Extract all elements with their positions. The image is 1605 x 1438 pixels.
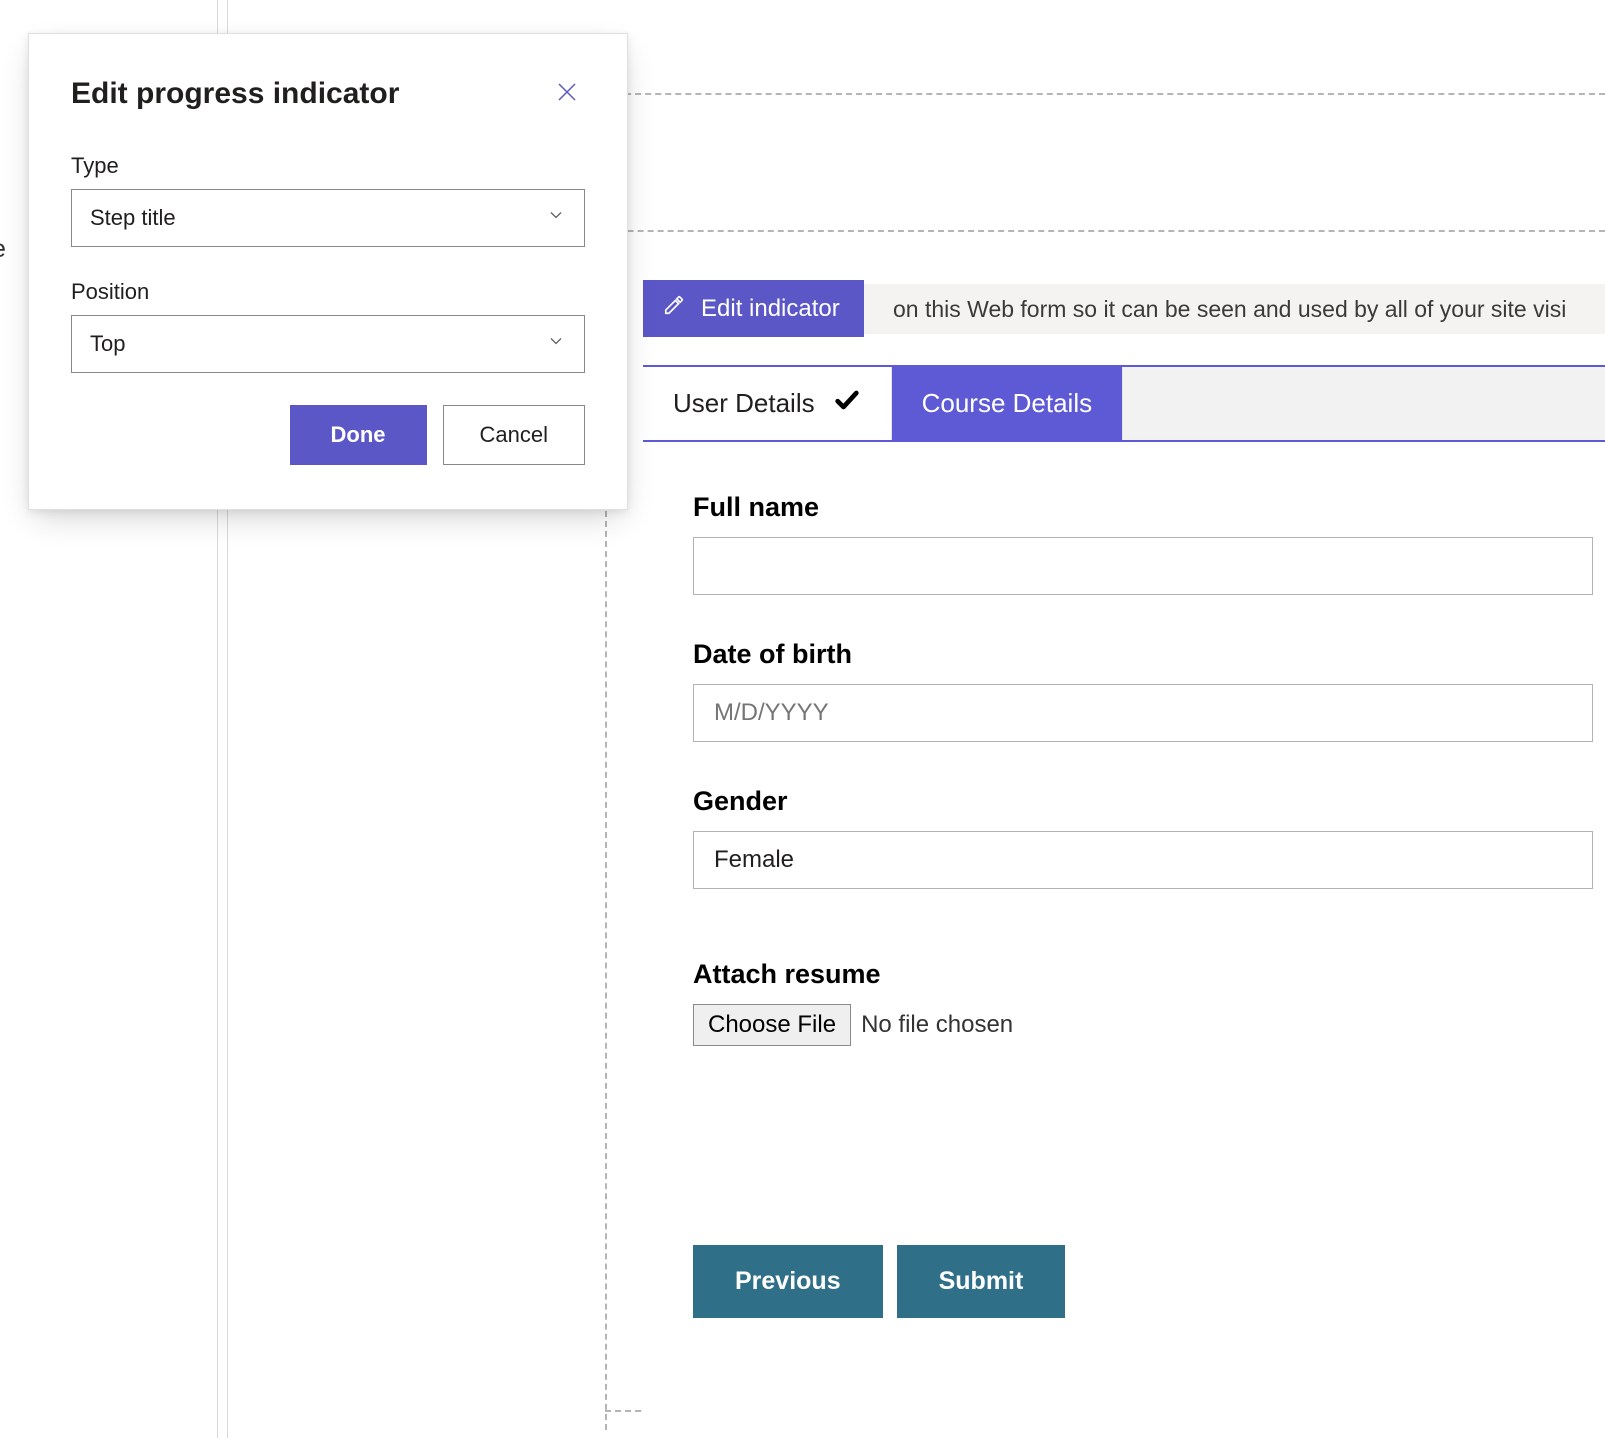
cancel-button[interactable]: Cancel	[443, 405, 585, 465]
popover-title: Edit progress indicator	[71, 77, 399, 111]
close-button[interactable]	[549, 74, 585, 113]
dob-label: Date of birth	[693, 639, 1605, 670]
choose-file-button[interactable]: Choose File	[693, 1004, 851, 1046]
edit-progress-indicator-popover: Edit progress indicator Type Step title …	[28, 33, 628, 510]
field-full-name: Full name	[693, 492, 1605, 595]
chevron-down-icon	[546, 331, 566, 357]
truncated-text: e	[0, 235, 6, 264]
type-select[interactable]: Step title	[71, 189, 585, 247]
full-name-label: Full name	[693, 492, 1605, 523]
file-status-text: No file chosen	[861, 1011, 1013, 1039]
previous-button[interactable]: Previous	[693, 1245, 883, 1318]
guide-line	[605, 93, 1605, 95]
gender-value: Female	[714, 846, 794, 874]
tab-course-details[interactable]: Course Details	[892, 367, 1124, 440]
tab-label: Course Details	[922, 388, 1093, 419]
form-nav-buttons: Previous Submit	[693, 1245, 1065, 1318]
dob-input[interactable]	[693, 684, 1593, 742]
position-value: Top	[90, 331, 125, 357]
pencil-icon	[663, 294, 685, 323]
field-type: Type Step title	[71, 153, 585, 247]
checkmark-icon	[833, 386, 861, 421]
progress-tabs: User Details Course Details	[643, 365, 1605, 442]
resume-label: Attach resume	[693, 959, 1605, 990]
type-label: Type	[71, 153, 585, 179]
edit-indicator-label: Edit indicator	[701, 295, 840, 323]
field-position: Position Top	[71, 279, 585, 373]
gender-label: Gender	[693, 786, 1605, 817]
field-dob: Date of birth	[693, 639, 1605, 742]
banner-text: on this Web form so it can be seen and u…	[893, 296, 1566, 323]
position-select[interactable]: Top	[71, 315, 585, 373]
type-value: Step title	[90, 205, 176, 231]
submit-button[interactable]: Submit	[897, 1245, 1066, 1318]
position-label: Position	[71, 279, 585, 305]
edit-indicator-button[interactable]: Edit indicator	[643, 280, 864, 337]
field-gender: Gender Female	[693, 786, 1605, 889]
tab-label: User Details	[673, 388, 815, 419]
close-icon	[555, 92, 579, 107]
done-button[interactable]: Done	[290, 405, 427, 465]
tab-user-details[interactable]: User Details	[643, 367, 892, 440]
popover-actions: Done Cancel	[71, 405, 585, 465]
field-resume: Attach resume Choose File No file chosen	[693, 959, 1605, 1046]
chevron-down-icon	[546, 205, 566, 231]
form-preview-area: Full name Date of birth Gender Female At…	[643, 442, 1605, 1438]
full-name-input[interactable]	[693, 537, 1593, 595]
gender-select[interactable]: Female	[693, 831, 1593, 889]
